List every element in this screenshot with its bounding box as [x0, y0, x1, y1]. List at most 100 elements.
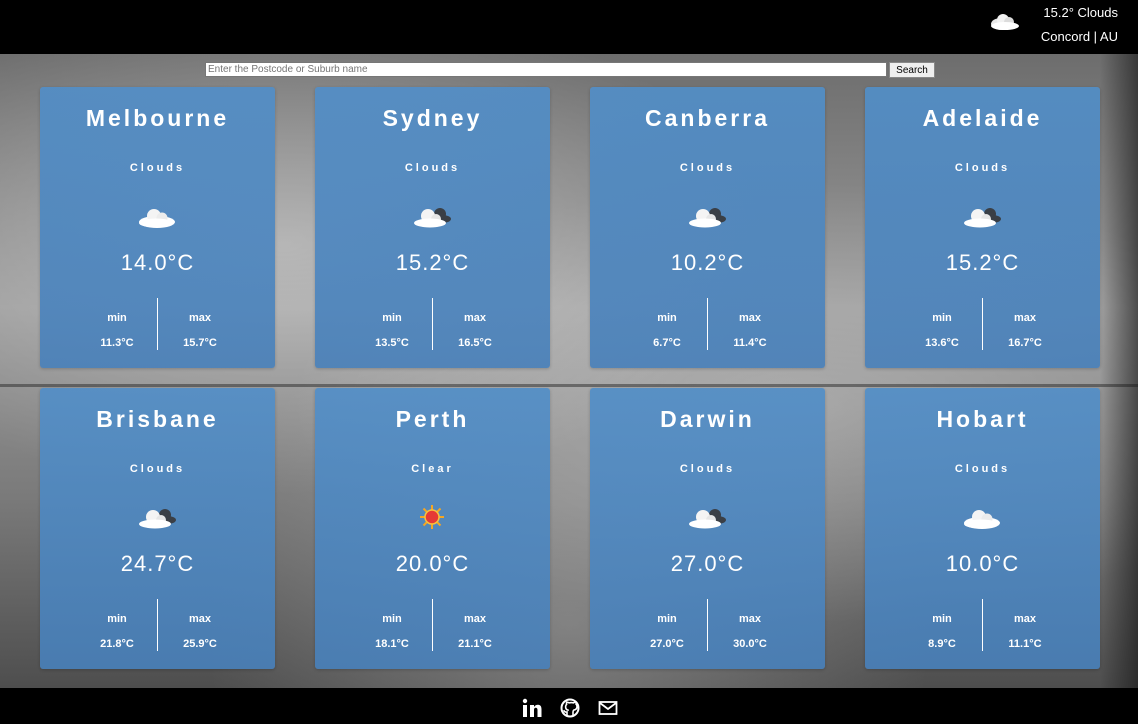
city-name: Perth	[395, 406, 470, 432]
max-value: 30.0°C	[733, 638, 767, 650]
weather-condition: Clouds	[679, 463, 736, 475]
city-grid: Melbourne Clouds 14.0°C min 11.3°C max 1…	[40, 87, 1101, 670]
divider	[157, 599, 158, 651]
min-temp: min 18.1°C	[352, 613, 432, 650]
min-label: min	[657, 312, 677, 324]
min-temp: min 11.3°C	[77, 312, 157, 349]
city-name: Adelaide	[922, 105, 1043, 131]
weather-condition: Clouds	[129, 162, 186, 174]
city-card-adelaide[interactable]: Adelaide Clouds 15.2°C min 13.6°C max 16…	[865, 87, 1100, 368]
divider	[157, 298, 158, 350]
max-label: max	[463, 613, 487, 625]
max-temp: max 25.9°C	[160, 613, 240, 650]
max-temp: max 21.1°C	[435, 613, 515, 650]
search-bar: Search	[205, 62, 935, 79]
weather-condition: Clouds	[679, 162, 736, 174]
city-card-darwin[interactable]: Darwin Clouds 27.0°C min 27.0°C max 30.0…	[590, 388, 825, 669]
max-temp: max 15.7°C	[160, 312, 240, 349]
weather-condition: Clouds	[129, 463, 186, 475]
search-input[interactable]	[205, 62, 887, 77]
min-label: min	[382, 312, 402, 324]
min-label: min	[932, 312, 952, 324]
max-label: max	[463, 312, 487, 324]
max-value: 16.7°C	[1008, 337, 1042, 349]
cloud-icon	[961, 502, 1003, 532]
min-temp: min 27.0°C	[627, 613, 707, 650]
max-value: 25.9°C	[183, 638, 217, 650]
cloud-dark-icon	[411, 201, 453, 231]
cloud-dark-icon	[686, 502, 728, 532]
max-value: 11.4°C	[733, 337, 767, 349]
min-label: min	[107, 613, 127, 625]
min-value: 6.7°C	[653, 337, 681, 349]
city-name: Hobart	[936, 406, 1029, 432]
weather-condition: Clouds	[954, 162, 1011, 174]
max-value: 21.1°C	[458, 638, 492, 650]
cloud-dark-icon	[961, 201, 1003, 231]
divider	[982, 599, 983, 651]
min-temp: min 13.5°C	[352, 312, 432, 349]
max-temp: max 16.5°C	[435, 312, 515, 349]
temperature: 24.7°C	[120, 551, 195, 576]
city-card-perth[interactable]: Perth Clear 20.0°C min 18.1°C max 21.1°C	[315, 388, 550, 669]
temperature: 27.0°C	[670, 551, 745, 576]
min-temp: min 13.6°C	[902, 312, 982, 349]
min-temp: min 8.9°C	[902, 613, 982, 650]
city-card-canberra[interactable]: Canberra Clouds 10.2°C min 6.7°C max 11.…	[590, 87, 825, 368]
mail-icon[interactable]	[598, 698, 618, 718]
city-name: Canberra	[645, 105, 770, 131]
min-temp: min 21.8°C	[77, 613, 157, 650]
search-button[interactable]: Search	[889, 62, 935, 78]
min-label: min	[657, 613, 677, 625]
temperature: 15.2°C	[945, 250, 1020, 275]
max-label: max	[738, 312, 762, 324]
max-label: max	[1013, 613, 1037, 625]
city-name: Melbourne	[85, 105, 230, 131]
city-card-hobart[interactable]: Hobart Clouds 10.0°C min 8.9°C max 11.1°…	[865, 388, 1100, 669]
temperature: 10.2°C	[670, 250, 745, 275]
min-value: 11.3°C	[100, 337, 134, 349]
max-value: 15.7°C	[183, 337, 217, 349]
divider	[707, 599, 708, 651]
min-value: 13.6°C	[925, 337, 959, 349]
min-label: min	[932, 613, 952, 625]
background-shade	[1100, 54, 1138, 688]
city-name: Darwin	[660, 406, 755, 432]
min-label: min	[382, 613, 402, 625]
divider	[432, 599, 433, 651]
footer	[0, 688, 1138, 724]
city-card-brisbane[interactable]: Brisbane Clouds 24.7°C min 21.8°C max 25…	[40, 388, 275, 669]
temperature: 14.0°C	[120, 250, 195, 275]
weather-condition: Clouds	[404, 162, 461, 174]
city-name: Brisbane	[96, 406, 219, 432]
current-temp-condition: 15.2° Clouds	[1043, 5, 1118, 20]
max-temp: max 30.0°C	[710, 613, 790, 650]
max-temp: max 11.1°C	[985, 613, 1065, 650]
current-weather: 15.2° Clouds Concord | AU	[988, 4, 1118, 50]
max-value: 16.5°C	[458, 337, 492, 349]
min-value: 8.9°C	[928, 638, 956, 650]
weather-condition: Clouds	[954, 463, 1011, 475]
cloud-icon	[136, 201, 178, 231]
max-label: max	[188, 613, 212, 625]
github-icon[interactable]	[560, 698, 580, 718]
linkedin-icon[interactable]	[522, 698, 542, 718]
max-label: max	[738, 613, 762, 625]
min-value: 13.5°C	[375, 337, 409, 349]
min-value: 18.1°C	[375, 638, 409, 650]
city-card-sydney[interactable]: Sydney Clouds 15.2°C min 13.5°C max 16.5…	[315, 87, 550, 368]
max-temp: max 16.7°C	[985, 312, 1065, 349]
max-label: max	[188, 312, 212, 324]
city-card-melbourne[interactable]: Melbourne Clouds 14.0°C min 11.3°C max 1…	[40, 87, 275, 368]
divider	[432, 298, 433, 350]
sun-icon	[411, 502, 453, 532]
city-name: Sydney	[382, 105, 483, 131]
cloud-icon	[991, 14, 1019, 30]
temperature: 15.2°C	[395, 250, 470, 275]
min-value: 21.8°C	[100, 638, 134, 650]
min-label: min	[107, 312, 127, 324]
divider	[707, 298, 708, 350]
divider	[982, 298, 983, 350]
min-value: 27.0°C	[650, 638, 684, 650]
weather-condition: Clear	[411, 463, 454, 475]
